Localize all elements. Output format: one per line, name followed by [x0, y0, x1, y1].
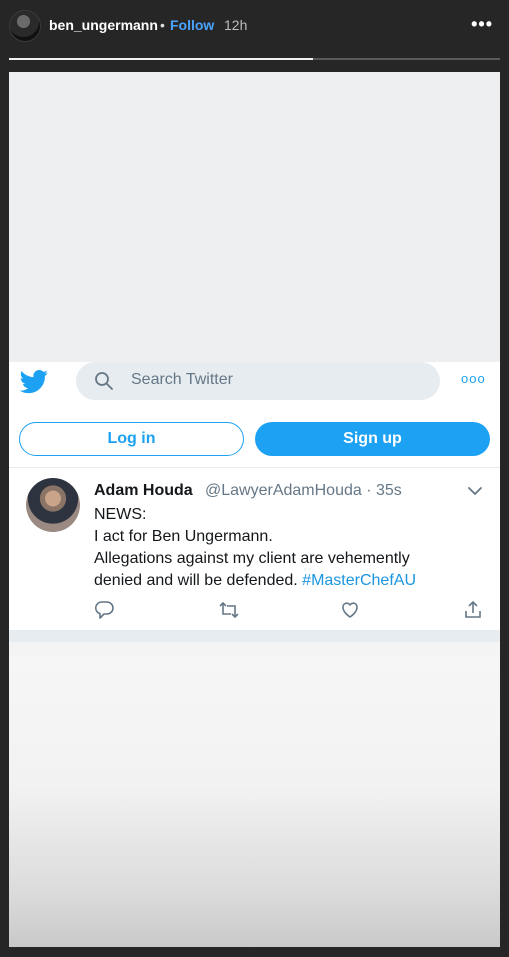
- tweet-text: NEWS: I act for Ben Ungermann. Allegatio…: [94, 504, 489, 592]
- tweet-author-handle: @LawyerAdamHouda · 35s: [205, 482, 402, 499]
- story-header: ben_ungermann • Follow 12h •••: [0, 0, 509, 56]
- tweet-actions: [9, 600, 500, 620]
- login-button[interactable]: Log in: [19, 422, 244, 456]
- story-image[interactable]: Search Twitter ooo Log in Sign up Adam H…: [9, 72, 500, 947]
- more-options-button[interactable]: •••: [471, 15, 493, 33]
- follow-button[interactable]: Follow: [170, 17, 214, 33]
- signup-button[interactable]: Sign up: [255, 422, 490, 456]
- share-icon[interactable]: [463, 600, 483, 625]
- search-icon: [94, 371, 114, 396]
- retweet-icon[interactable]: [218, 600, 240, 625]
- twitter-screenshot: Search Twitter ooo Log in Sign up Adam H…: [9, 362, 500, 642]
- username[interactable]: ben_ungermann: [49, 17, 158, 33]
- tweet-author-avatar[interactable]: [26, 478, 80, 532]
- separator-dot: •: [160, 17, 165, 33]
- avatar[interactable]: [9, 10, 41, 42]
- twitter-bird-icon: [19, 370, 49, 399]
- tweet-author-name[interactable]: Adam Houda: [94, 482, 193, 500]
- tweet-line: NEWS:: [94, 506, 147, 523]
- like-icon[interactable]: [340, 600, 360, 625]
- reply-icon[interactable]: [94, 600, 114, 625]
- divider-band: [9, 630, 500, 642]
- divider: [9, 467, 500, 468]
- tweet-line-last: denied and will be defended. #MasterChef…: [94, 570, 489, 592]
- tweet-line: I act for Ben Ungermann.: [94, 528, 273, 545]
- search-input[interactable]: Search Twitter: [76, 362, 440, 400]
- blank-area-bottom: [9, 656, 500, 947]
- search-placeholder: Search Twitter: [131, 371, 233, 388]
- tweet-line: denied and will be defended.: [94, 572, 298, 589]
- tweet-line: Allegations against my client are veheme…: [94, 550, 410, 567]
- post-time: 12h: [224, 17, 248, 33]
- chevron-down-icon[interactable]: [467, 484, 483, 502]
- twitter-more-button[interactable]: ooo: [461, 371, 486, 386]
- story-progress-fill: [9, 58, 314, 60]
- story-progress-bar: [9, 58, 500, 60]
- blank-area-top: [9, 72, 500, 362]
- hashtag-link[interactable]: #MasterChefAU: [302, 572, 416, 589]
